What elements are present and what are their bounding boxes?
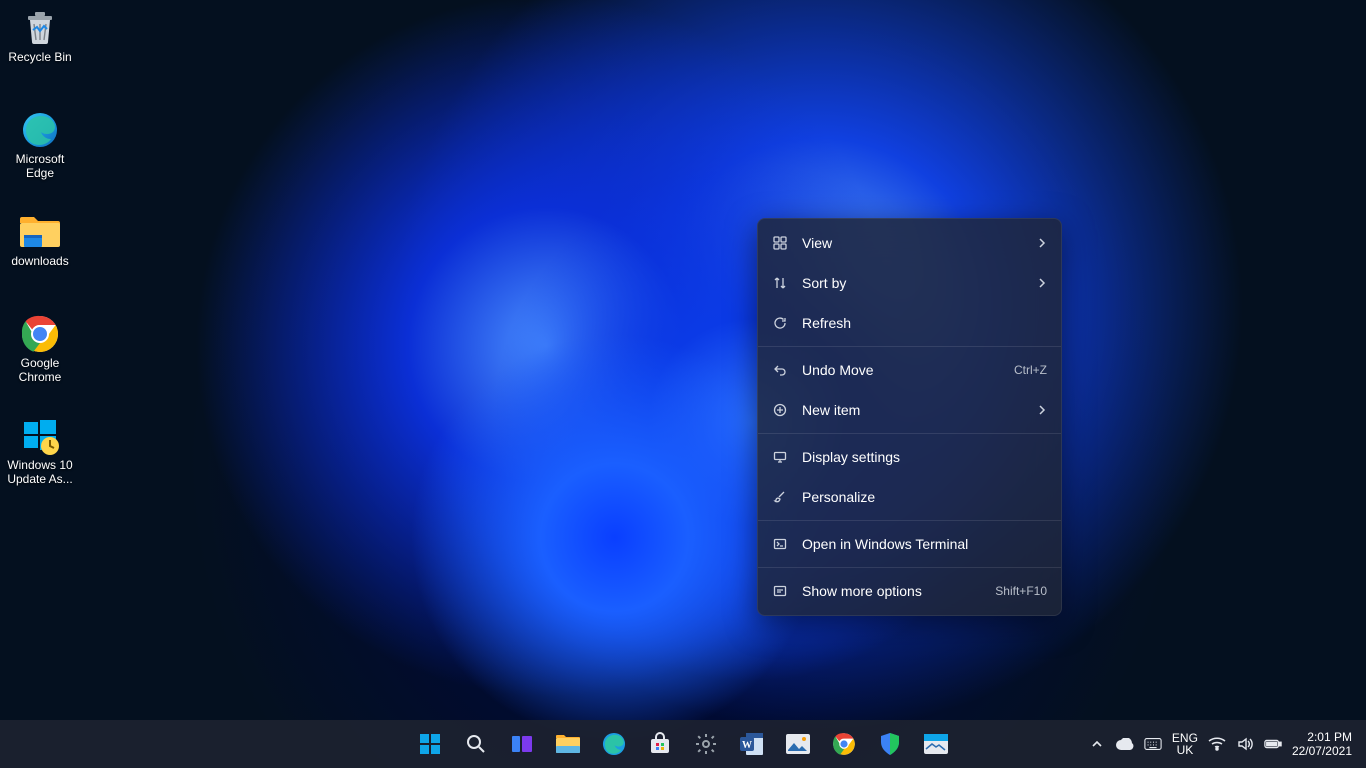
desktop-icon-label: Google Chrome	[3, 356, 77, 384]
display-icon	[772, 449, 788, 465]
sort-icon	[772, 275, 788, 291]
chrome-icon	[18, 314, 62, 354]
chevron-right-icon	[1037, 238, 1047, 248]
desktop-context-menu: View Sort by Refresh Undo Move Ctrl+Z Ne…	[757, 218, 1062, 616]
desktop-icon-label: Microsoft Edge	[3, 152, 77, 180]
taskbar-mail-button[interactable]	[916, 724, 956, 764]
desktop[interactable]: Recycle Bin Microsoft Edge downloads Goo…	[0, 0, 1366, 768]
context-menu-shortcut: Ctrl+Z	[1014, 363, 1047, 377]
context-menu-refresh[interactable]: Refresh	[758, 303, 1061, 343]
settings-icon	[694, 732, 718, 756]
desktop-icon-windows-update-assistant[interactable]: Windows 10 Update As...	[2, 410, 78, 494]
context-menu-new-item[interactable]: New item	[758, 390, 1061, 430]
edge-icon	[18, 110, 62, 150]
taskbar-edge-button[interactable]	[594, 724, 634, 764]
photos-icon	[785, 733, 811, 755]
tray-battery-icon[interactable]	[1264, 735, 1282, 753]
more-icon	[772, 583, 788, 599]
taskbar-chrome-button[interactable]	[824, 724, 864, 764]
word-icon: W	[739, 731, 765, 757]
taskbar-microsoft-store-button[interactable]	[640, 724, 680, 764]
tray-language-bottom: UK	[1172, 744, 1198, 756]
brush-icon	[772, 489, 788, 505]
tray-onedrive-icon[interactable]	[1116, 735, 1134, 753]
wallpaper	[0, 0, 1366, 768]
desktop-icon-label: downloads	[11, 254, 68, 268]
taskbar-security-button[interactable]	[870, 724, 910, 764]
tray-date: 22/07/2021	[1292, 744, 1352, 758]
taskbar-settings-button[interactable]	[686, 724, 726, 764]
windows-update-icon	[18, 416, 62, 456]
context-menu-separator	[758, 567, 1061, 568]
edge-icon	[601, 731, 627, 757]
taskbar-task-view-button[interactable]	[502, 724, 542, 764]
tray-time: 2:01 PM	[1292, 730, 1352, 744]
search-icon	[465, 733, 487, 755]
start-icon	[418, 732, 442, 756]
context-menu-label: Show more options	[802, 583, 995, 599]
grid-icon	[772, 235, 788, 251]
context-menu-separator	[758, 433, 1061, 434]
tray-wifi-icon[interactable]	[1208, 735, 1226, 753]
desktop-icon-label: Recycle Bin	[8, 50, 71, 64]
taskbar-start-button[interactable]	[410, 724, 450, 764]
context-menu-label: Display settings	[802, 449, 1047, 465]
desktop-icon-microsoft-edge[interactable]: Microsoft Edge	[2, 104, 78, 188]
plus-circle-icon	[772, 402, 788, 418]
desktop-icon-google-chrome[interactable]: Google Chrome	[2, 308, 78, 392]
folder-icon	[18, 212, 62, 252]
desktop-icon-label: Windows 10 Update As...	[3, 458, 77, 486]
desktop-icon-downloads[interactable]: downloads	[2, 206, 78, 290]
tray-overflow-button[interactable]	[1088, 735, 1106, 753]
context-menu-personalize[interactable]: Personalize	[758, 477, 1061, 517]
desktop-icons: Recycle Bin Microsoft Edge downloads Goo…	[2, 2, 82, 512]
context-menu-label: New item	[802, 402, 1037, 418]
taskbar-word-button[interactable]: W	[732, 724, 772, 764]
mail-icon	[923, 733, 949, 755]
context-menu-label: Sort by	[802, 275, 1037, 291]
terminal-icon	[772, 536, 788, 552]
chevron-right-icon	[1037, 278, 1047, 288]
context-menu-label: View	[802, 235, 1037, 251]
context-menu-separator	[758, 346, 1061, 347]
context-menu-view[interactable]: View	[758, 223, 1061, 263]
system-tray: ENG UK 2:01 PM 22/07/2021	[1088, 720, 1360, 768]
context-menu-show-more-options[interactable]: Show more options Shift+F10	[758, 571, 1061, 611]
recycle-bin-icon	[18, 8, 62, 48]
tray-keyboard-icon[interactable]	[1144, 735, 1162, 753]
context-menu-label: Personalize	[802, 489, 1047, 505]
tray-language-button[interactable]: ENG UK	[1172, 732, 1198, 756]
tray-volume-icon[interactable]	[1236, 735, 1254, 753]
refresh-icon	[772, 315, 788, 331]
taskbar-photos-button[interactable]	[778, 724, 818, 764]
undo-icon	[772, 362, 788, 378]
taskbar: W ENG UK	[0, 720, 1366, 768]
store-icon	[648, 732, 672, 756]
tray-clock[interactable]: 2:01 PM 22/07/2021	[1292, 730, 1360, 758]
desktop-icon-recycle-bin[interactable]: Recycle Bin	[2, 2, 78, 86]
file-explorer-icon	[555, 733, 581, 755]
context-menu-separator	[758, 520, 1061, 521]
context-menu-label: Refresh	[802, 315, 1047, 331]
context-menu-sort-by[interactable]: Sort by	[758, 263, 1061, 303]
context-menu-label: Open in Windows Terminal	[802, 536, 1047, 552]
task-view-icon	[510, 732, 534, 756]
chrome-icon	[832, 732, 856, 756]
taskbar-file-explorer-button[interactable]	[548, 724, 588, 764]
context-menu-open-terminal[interactable]: Open in Windows Terminal	[758, 524, 1061, 564]
svg-text:W: W	[742, 740, 752, 751]
taskbar-search-button[interactable]	[456, 724, 496, 764]
chevron-right-icon	[1037, 405, 1047, 415]
context-menu-shortcut: Shift+F10	[995, 584, 1047, 598]
context-menu-display-settings[interactable]: Display settings	[758, 437, 1061, 477]
context-menu-undo-move[interactable]: Undo Move Ctrl+Z	[758, 350, 1061, 390]
context-menu-label: Undo Move	[802, 362, 1014, 378]
shield-icon	[879, 732, 901, 756]
taskbar-pinned-apps: W	[410, 720, 956, 768]
